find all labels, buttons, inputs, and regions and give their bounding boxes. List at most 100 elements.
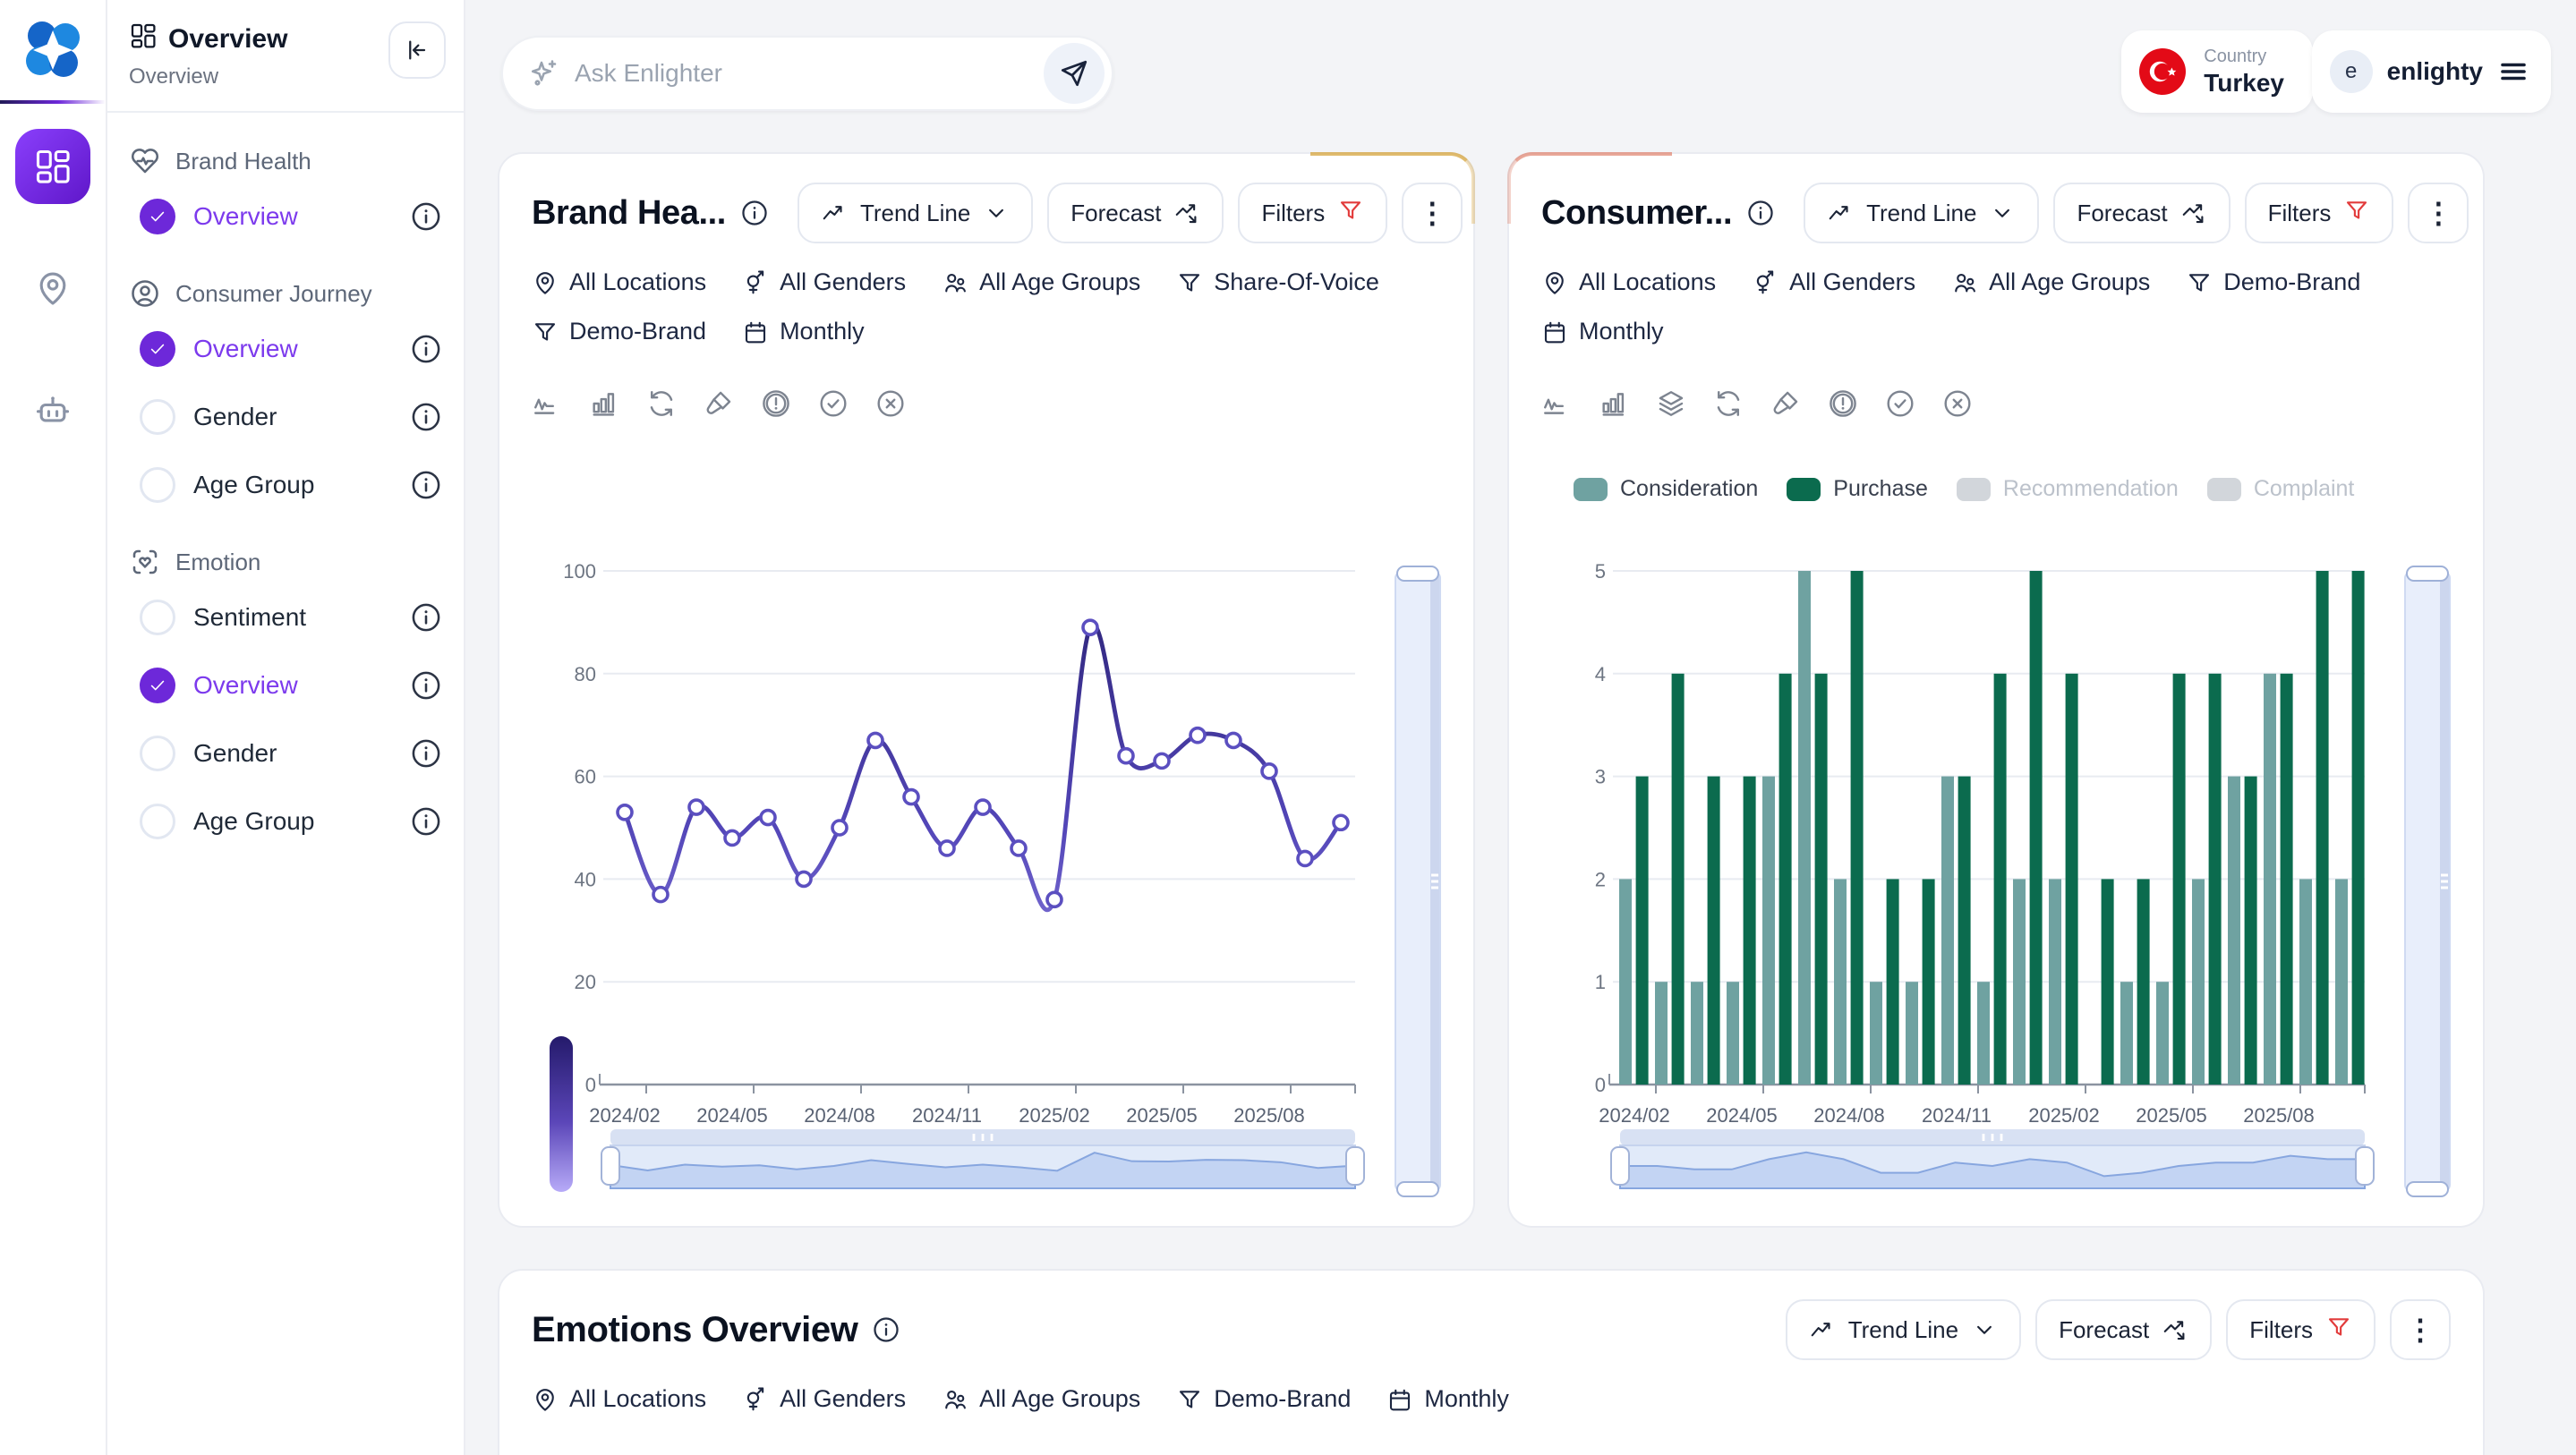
- filter-chip-all-locations: All Locations: [1541, 268, 1716, 296]
- tool-brush-icon[interactable]: [1770, 388, 1801, 419]
- brand-health-card: Brand Hea... Trend LineForecastFilters⋮ …: [498, 152, 1475, 1228]
- tool-check-circle-icon[interactable]: [818, 388, 849, 419]
- filters-button[interactable]: Filters: [2245, 183, 2394, 243]
- tool-bar-chart-icon[interactable]: [589, 388, 619, 419]
- info-icon[interactable]: [1746, 199, 1775, 227]
- line-chart-icon: [1541, 388, 1572, 419]
- filter-chip-demo-brand: Demo-Brand: [1176, 1385, 1351, 1413]
- tool-refresh-icon[interactable]: [1713, 388, 1744, 419]
- turkey-flag-icon: [2139, 48, 2186, 95]
- country-selector[interactable]: Country Turkey: [2121, 30, 2313, 113]
- tool-refresh-icon[interactable]: [646, 388, 677, 419]
- svg-text:2024/05: 2024/05: [696, 1104, 768, 1127]
- check-circle-icon: [1885, 388, 1915, 419]
- info-icon[interactable]: [872, 1315, 900, 1344]
- slider-handle-bottom[interactable]: [1396, 1181, 1439, 1197]
- calendar-icon: [742, 319, 769, 345]
- trend-line-button[interactable]: Trend Line: [1786, 1299, 2021, 1360]
- grid-icon: [33, 147, 73, 186]
- sidebar-item-gender[interactable]: Gender: [129, 388, 442, 446]
- range-brush[interactable]: [601, 1129, 1364, 1188]
- consumer-journey-bar-chart[interactable]: 0123452024/022024/052024/082024/112025/0…: [1541, 469, 2390, 1194]
- rail-item-grid[interactable]: [15, 129, 90, 204]
- vertical-zoom-slider[interactable]: [1395, 571, 1441, 1192]
- search-input[interactable]: [575, 59, 1029, 88]
- checked-circle-icon[interactable]: [140, 668, 175, 703]
- forecast-button[interactable]: Forecast: [2053, 183, 2230, 243]
- filter-chip-all-locations: All Locations: [532, 1385, 706, 1413]
- tool-line-chart-icon[interactable]: [532, 388, 562, 419]
- forecast-icon: [2162, 1316, 2188, 1343]
- trend-line-button[interactable]: Trend Line: [1804, 183, 2039, 243]
- slider-handle-top[interactable]: [2406, 566, 2449, 582]
- brush-icon: [1770, 388, 1801, 419]
- tool-alert-circle-icon[interactable]: [1828, 388, 1858, 419]
- sidebar-item-overview[interactable]: Overview: [129, 320, 442, 378]
- svg-text:80: 80: [575, 663, 596, 685]
- more-menu-button[interactable]: ⋮: [2408, 183, 2469, 243]
- forecast-icon: [1173, 200, 1200, 226]
- checked-circle-icon[interactable]: [140, 199, 175, 234]
- rail-item-location-pin[interactable]: [15, 251, 90, 326]
- tool-x-circle-icon[interactable]: [1942, 388, 1973, 419]
- sidebar-item-overview[interactable]: Overview: [129, 188, 442, 245]
- unchecked-circle-icon[interactable]: [140, 804, 175, 839]
- svg-text:20: 20: [575, 971, 596, 993]
- tool-x-circle-icon[interactable]: [875, 388, 906, 419]
- tool-check-circle-icon[interactable]: [1885, 388, 1915, 419]
- unchecked-circle-icon[interactable]: [140, 736, 175, 771]
- unchecked-circle-icon[interactable]: [140, 399, 175, 435]
- vertical-zoom-slider[interactable]: [2404, 571, 2451, 1192]
- tool-layers-icon[interactable]: [1656, 388, 1686, 419]
- brand-health-line-chart[interactable]: 0204060801002024/022024/052024/082024/11…: [532, 469, 1380, 1194]
- enlighty-logo-icon: [17, 14, 89, 86]
- user-menu[interactable]: e enlighty: [2312, 30, 2551, 113]
- send-button[interactable]: [1044, 43, 1105, 104]
- chart-zone: 0123452024/022024/052024/082024/112025/0…: [1541, 469, 2451, 1201]
- checked-circle-icon[interactable]: [140, 331, 175, 367]
- filter-chip-all-genders: All Genders: [1752, 268, 1915, 296]
- filters-button[interactable]: Filters: [2226, 1299, 2376, 1360]
- sidebar-item-age-group[interactable]: Age Group: [129, 456, 442, 514]
- location-pin-icon: [33, 268, 73, 308]
- rail-item-bot[interactable]: [15, 372, 90, 447]
- info-icon[interactable]: [410, 601, 442, 634]
- brush-handle-right[interactable]: [1346, 1147, 1364, 1185]
- collapse-sidebar-button[interactable]: [388, 21, 446, 79]
- svg-text:2024/11: 2024/11: [1922, 1104, 1992, 1127]
- forecast-button[interactable]: Forecast: [2035, 1299, 2212, 1360]
- tool-line-chart-icon[interactable]: [1541, 388, 1572, 419]
- sidebar-item-overview[interactable]: Overview: [129, 657, 442, 714]
- tool-alert-circle-icon[interactable]: [761, 388, 791, 419]
- slider-handle-bottom[interactable]: [2406, 1181, 2449, 1197]
- brush-handle-left[interactable]: [601, 1147, 619, 1185]
- sidebar-item-sentiment[interactable]: Sentiment: [129, 589, 442, 646]
- info-icon[interactable]: [410, 333, 442, 365]
- more-menu-button[interactable]: ⋮: [1402, 183, 1463, 243]
- info-icon[interactable]: [410, 669, 442, 702]
- sidebar-item-age-group[interactable]: Age Group: [129, 793, 442, 850]
- slider-handle-top[interactable]: [1396, 566, 1439, 582]
- info-icon[interactable]: [410, 469, 442, 501]
- tool-bar-chart-icon[interactable]: [1599, 388, 1629, 419]
- more-menu-button[interactable]: ⋮: [2390, 1299, 2451, 1360]
- info-icon[interactable]: [410, 737, 442, 770]
- trend-line-button[interactable]: Trend Line: [798, 183, 1033, 243]
- info-icon[interactable]: [410, 401, 442, 433]
- info-icon[interactable]: [740, 199, 769, 227]
- unchecked-circle-icon[interactable]: [140, 600, 175, 635]
- tool-brush-icon[interactable]: [704, 388, 734, 419]
- sidebar-item-label: Overview: [193, 202, 298, 231]
- sidebar-item-gender[interactable]: Gender: [129, 725, 442, 782]
- brush-handle-right[interactable]: [2356, 1147, 2374, 1185]
- info-icon[interactable]: [410, 805, 442, 838]
- emotion-scan-icon: [129, 546, 161, 578]
- filters-button[interactable]: Filters: [1238, 183, 1387, 243]
- ask-enlighter-searchbar: [501, 36, 1113, 111]
- unchecked-circle-icon[interactable]: [140, 467, 175, 503]
- location-pin-icon: [532, 1386, 559, 1413]
- forecast-button[interactable]: Forecast: [1047, 183, 1224, 243]
- brush-handle-left[interactable]: [1611, 1147, 1629, 1185]
- range-brush[interactable]: [1611, 1129, 2374, 1188]
- info-icon[interactable]: [410, 200, 442, 233]
